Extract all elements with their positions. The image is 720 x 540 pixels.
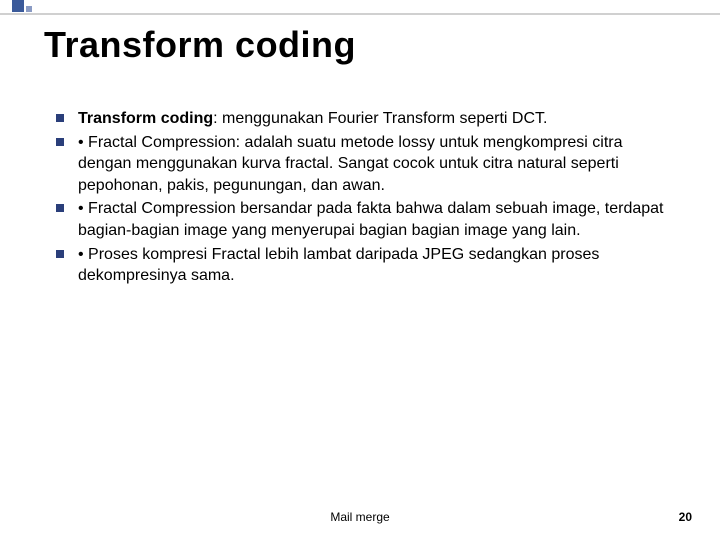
list-item-text: • Proses kompresi Fractal lebih lambat d… xyxy=(78,244,680,287)
slide-corner-decoration xyxy=(0,0,60,18)
page-number: 20 xyxy=(679,510,692,524)
list-item-text: • Fractal Compression bersandar pada fak… xyxy=(78,198,680,241)
list-item: • Fractal Compression bersandar pada fak… xyxy=(56,198,680,241)
list-item: • Fractal Compression: adalah suatu meto… xyxy=(56,132,680,197)
list-item: • Proses kompresi Fractal lebih lambat d… xyxy=(56,244,680,287)
list-item-text: • Fractal Compression: adalah suatu meto… xyxy=(78,132,680,197)
list-item-text: Transform coding: menggunakan Fourier Tr… xyxy=(78,108,547,130)
footer-label: Mail merge xyxy=(330,510,389,524)
square-bullet-icon xyxy=(56,250,64,258)
list-item: Transform coding: menggunakan Fourier Tr… xyxy=(56,108,680,130)
square-bullet-icon xyxy=(56,138,64,146)
slide-content: Transform coding: menggunakan Fourier Tr… xyxy=(56,108,680,289)
square-bullet-icon xyxy=(56,204,64,212)
square-bullet-icon xyxy=(56,114,64,122)
slide-title: Transform coding xyxy=(44,24,356,66)
